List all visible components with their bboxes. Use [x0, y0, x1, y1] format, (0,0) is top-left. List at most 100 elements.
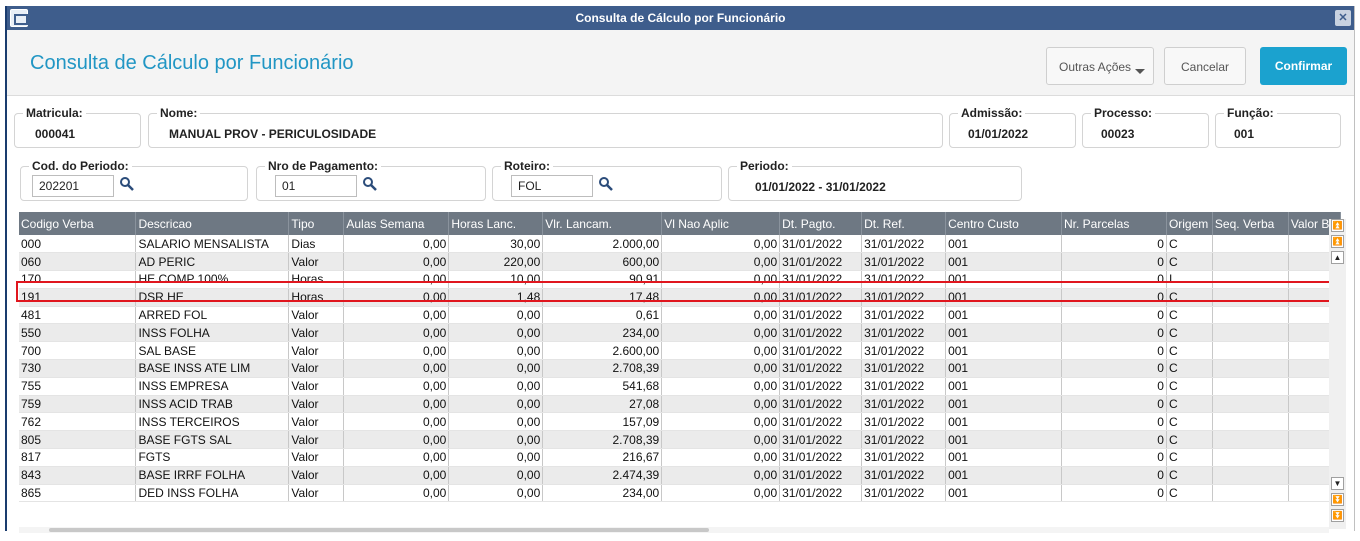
table-cell: Valor	[288, 412, 345, 432]
table-cell: 0,00	[343, 430, 450, 450]
table-cell: C	[1166, 359, 1213, 378]
table-row[interactable]: 481 ARRED FOL Valor 0,00 0,00 0,61 0,00 31/01/2…	[19, 306, 1341, 325]
table-cell: INSS EMPRESA	[135, 377, 290, 396]
table-cell: 0	[1061, 412, 1167, 432]
column-header[interactable]: Vlr. Lancam.	[542, 212, 663, 235]
scroll-page-down-icon[interactable]: ⏬	[1331, 493, 1344, 506]
table-cell: 31/01/2022	[861, 341, 947, 361]
confirm-button[interactable]: Confirmar	[1260, 47, 1347, 85]
column-header[interactable]: Aulas Semana	[343, 212, 450, 235]
scroll-page-up-icon[interactable]: ⏫	[1331, 235, 1344, 248]
cancel-button[interactable]: Cancelar	[1164, 47, 1246, 85]
search-icon[interactable]	[119, 176, 135, 192]
table-cell: 31/01/2022	[779, 288, 863, 307]
window-icon	[10, 9, 28, 27]
table-row[interactable]: 700 SAL BASE Valor 0,00 0,00 2.600,00 0,00 31/0…	[19, 341, 1341, 361]
table-cell: Valor	[288, 252, 345, 272]
table-cell: 17,48	[542, 288, 663, 307]
column-header[interactable]: Centro Custo	[945, 212, 1062, 235]
table-cell: 0	[1061, 323, 1167, 343]
funcao-value: 001	[1234, 127, 1255, 141]
column-header[interactable]: Tipo	[288, 212, 345, 235]
table-cell: 0,00	[448, 484, 544, 503]
table-cell: C	[1166, 484, 1213, 503]
close-icon[interactable]: ✕	[1335, 10, 1351, 26]
horizontal-scroll-thumb[interactable]	[49, 528, 709, 532]
table-cell: 001	[945, 323, 1062, 343]
horizontal-scrollbar[interactable]	[19, 527, 1329, 533]
table-row[interactable]: 170 HE COMP 100% Horas 0,00 10,00 90,91 0,00 31…	[19, 270, 1341, 289]
table-row[interactable]: 191 DSR HE Horas 0,00 1,48 17,48 0,00 31/01/202…	[19, 288, 1341, 307]
table-cell	[1212, 288, 1289, 307]
column-header[interactable]: Nr. Parcelas	[1061, 212, 1167, 235]
periodo-label: Periodo:	[737, 159, 792, 173]
table-cell: 234,00	[542, 323, 663, 343]
table-row[interactable]: 755 INSS EMPRESA Valor 0,00 0,00 541,68 0,00 31…	[19, 377, 1341, 396]
table-row[interactable]: 550 INSS FOLHA Valor 0,00 0,00 234,00 0,00 31/0…	[19, 323, 1341, 343]
column-header[interactable]: Dt. Ref.	[861, 212, 947, 235]
table-cell: Valor	[288, 306, 345, 325]
nro-pagamento-input[interactable]: 01	[275, 175, 357, 197]
processo-value: 00023	[1101, 127, 1135, 141]
periodo-value: 01/01/2022 - 31/01/2022	[755, 180, 886, 194]
nro-pagamento-label: Nro de Pagamento:	[265, 159, 382, 173]
table-cell: FGTS	[135, 448, 290, 467]
table-cell: 30,00	[448, 235, 544, 254]
table-cell: Valor	[288, 395, 345, 414]
column-header[interactable]: Dt. Pagto.	[779, 212, 863, 235]
table-row[interactable]: 805 BASE FGTS SAL Valor 0,00 0,00 2.708,39 0,0…	[19, 430, 1341, 450]
table-cell: 865	[19, 484, 137, 503]
table-row[interactable]: 843 BASE IRRF FOLHA Valor 0,00 0,00 2.474,39 0…	[19, 466, 1341, 485]
table-row[interactable]: 762 INSS TERCEIROS Valor 0,00 0,00 157,09 0,00…	[19, 412, 1341, 432]
table-cell: 191	[19, 288, 137, 307]
table-cell: 0,00	[661, 270, 781, 289]
admissao-field: Admissão: 01/01/2022	[949, 106, 1076, 148]
table-cell	[1212, 466, 1289, 485]
table-cell: BASE INSS ATE LIM	[135, 359, 290, 378]
dialog-window: Consulta de Cálculo por Funcionário ✕ Co…	[5, 6, 1355, 533]
table-cell: 10,00	[448, 270, 544, 289]
table-cell: 0,00	[343, 235, 450, 254]
column-header[interactable]: Seq. Verba	[1212, 212, 1289, 235]
column-header[interactable]: Origem	[1166, 212, 1213, 235]
scroll-bottom-icon[interactable]: ⏬	[1331, 509, 1344, 522]
funcao-field: Função: 001	[1215, 106, 1341, 148]
table-cell: C	[1166, 395, 1213, 414]
table-cell: Valor	[288, 484, 345, 503]
scroll-up-icon[interactable]: ▲	[1331, 251, 1344, 264]
scroll-down-icon[interactable]: ▼	[1331, 477, 1344, 490]
table-cell: 31/01/2022	[779, 377, 863, 396]
table-cell: 0,00	[661, 306, 781, 325]
table-cell: Horas	[288, 270, 345, 289]
search-icon[interactable]	[598, 176, 614, 192]
outras-acoes-button[interactable]: Outras Ações	[1046, 47, 1154, 85]
table-cell: 0,00	[661, 252, 781, 272]
table-cell: Valor	[288, 377, 345, 396]
column-header[interactable]: Codigo Verba	[19, 212, 137, 235]
table-row[interactable]: 060 AD PERIC Valor 0,00 220,00 600,00 0,00 31/0…	[19, 252, 1341, 272]
table-cell: 0	[1061, 252, 1167, 272]
table-cell: 0,00	[448, 306, 544, 325]
column-header[interactable]: Vl Nao Aplic	[661, 212, 781, 235]
roteiro-input[interactable]: FOL	[511, 175, 593, 197]
table-cell: 0,00	[448, 448, 544, 467]
column-header[interactable]: Descricao	[135, 212, 290, 235]
table-row[interactable]: 000 SALARIO MENSALISTA Dias 0,00 30,00 2.000,…	[19, 235, 1341, 254]
scroll-top-icon[interactable]: ⏫	[1331, 219, 1344, 232]
table-cell: 0,00	[343, 306, 450, 325]
calc-grid[interactable]: Codigo Verba Descricao Tipo Aulas Semana Hor…	[19, 212, 1341, 524]
nome-field: Nome: MANUAL PROV - PERICULOSIDADE	[148, 106, 943, 148]
cod-periodo-input[interactable]: 202201	[32, 175, 114, 197]
table-cell: 31/01/2022	[779, 448, 863, 467]
table-cell: 1,48	[448, 288, 544, 307]
table-row[interactable]: 817 FGTS Valor 0,00 0,00 216,67 0,00 31/01/2022…	[19, 448, 1341, 467]
table-cell: 0,00	[661, 466, 781, 485]
table-row[interactable]: 759 INSS ACID TRAB Valor 0,00 0,00 27,08 0,00 3…	[19, 395, 1341, 414]
search-icon[interactable]	[362, 176, 378, 192]
table-cell: 0	[1061, 484, 1167, 503]
table-row[interactable]: 865 DED INSS FOLHA Valor 0,00 0,00 234,00 0,00…	[19, 484, 1341, 503]
vertical-scrollbar[interactable]: ⏫ ⏫ ▲ ▼ ⏬ ⏬	[1329, 219, 1346, 529]
column-header[interactable]: Horas Lanc.	[448, 212, 544, 235]
table-row[interactable]: 730 BASE INSS ATE LIM Valor 0,00 0,00 2.708,3…	[19, 359, 1341, 378]
table-cell: 0,00	[343, 448, 450, 467]
